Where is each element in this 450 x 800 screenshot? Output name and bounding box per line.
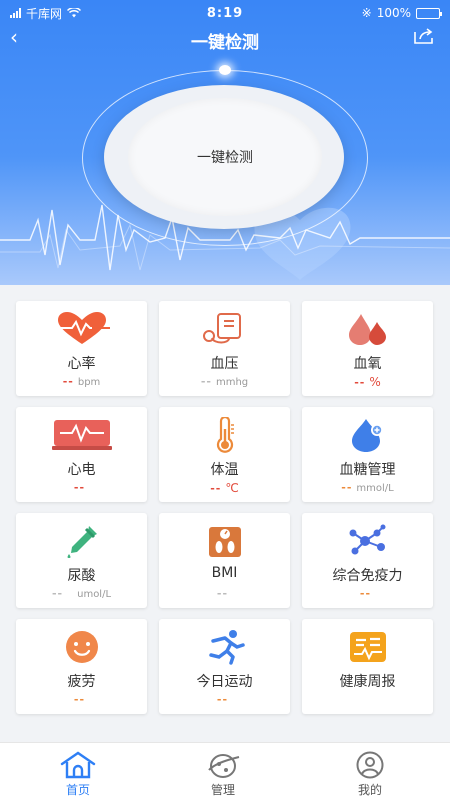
card-value: -- mmol/L <box>341 481 394 494</box>
card-blood-oxygen[interactable]: 血氧 --% <box>302 301 433 396</box>
tab-home[interactable]: 首页 <box>28 743 128 800</box>
manage-icon <box>173 751 273 779</box>
card-value: --% <box>354 375 381 389</box>
card-value: -- ℃ <box>210 481 239 495</box>
battery-icon <box>416 7 442 19</box>
tab-label: 首页 <box>65 783 90 797</box>
page-title: 一键检测 <box>191 33 259 53</box>
one-click-detect-button[interactable]: 一键检测 <box>128 98 322 216</box>
report-icon <box>302 629 433 665</box>
card-label: 今日运动 <box>196 674 253 690</box>
card-label: 综合免疫力 <box>332 568 403 584</box>
hero-header: 千库网 8:19 ※ 100% ‹ 一键检测 一键检测 <box>0 0 450 285</box>
running-icon <box>159 629 290 665</box>
card-temperature[interactable]: 体温 -- ℃ <box>159 407 290 502</box>
tab-manage[interactable]: 管理 <box>173 743 273 800</box>
battery-percent: 100% <box>376 6 411 20</box>
card-value: -- <box>73 481 86 494</box>
share-icon[interactable] <box>413 27 435 49</box>
blood-sugar-icon <box>302 417 433 453</box>
card-heart-rate[interactable]: 心率 -- bpm <box>16 301 147 396</box>
scale-icon <box>159 523 290 559</box>
blood-oxygen-icon <box>302 311 433 347</box>
navigation-bar: ‹ 一键检测 <box>0 25 450 53</box>
card-value: -- mmhg <box>200 375 249 388</box>
card-bmi[interactable]: BMI -- <box>159 513 290 608</box>
card-label: 健康周报 <box>339 674 396 690</box>
card-label: 心电 <box>67 462 96 478</box>
status-bar: 千库网 8:19 ※ 100% <box>0 0 450 26</box>
dropper-icon <box>16 523 147 559</box>
card-uric-acid[interactable]: 尿酸 -- umol/L <box>16 513 147 608</box>
ecg-icon <box>16 417 147 453</box>
card-blood-sugar[interactable]: 血糖管理 -- mmol/L <box>302 407 433 502</box>
blood-pressure-icon <box>159 311 290 347</box>
card-immunity[interactable]: 综合免疫力 -- <box>302 513 433 608</box>
card-fatigue[interactable]: 疲劳 -- <box>16 619 147 714</box>
tab-label: 管理 <box>210 783 235 797</box>
card-label: 血压 <box>210 356 239 372</box>
card-label: 心率 <box>67 356 96 372</box>
card-label: 血氧 <box>353 356 382 372</box>
card-value: -- <box>216 587 229 600</box>
card-label: 体温 <box>210 462 239 478</box>
card-label: 疲劳 <box>67 674 96 690</box>
card-weekly-report[interactable]: 健康周报 <box>302 619 433 714</box>
card-value: -- bpm <box>62 375 101 388</box>
profile-icon <box>320 751 420 779</box>
bluetooth-icon: ※ <box>361 6 372 20</box>
home-icon <box>28 751 128 779</box>
card-label: 尿酸 <box>67 568 96 584</box>
heart-rate-icon <box>16 311 147 347</box>
card-value: -- umol/L <box>51 587 112 600</box>
tab-profile[interactable]: 我的 <box>320 743 420 800</box>
card-value: -- <box>359 587 372 600</box>
card-label: 血糖管理 <box>339 462 396 478</box>
ring-indicator-dot <box>219 65 231 75</box>
card-ecg[interactable]: 心电 -- <box>16 407 147 502</box>
smile-face-icon <box>16 629 147 665</box>
card-value: -- <box>216 693 229 706</box>
card-exercise[interactable]: 今日运动 -- <box>159 619 290 714</box>
status-right: ※ 100% <box>361 6 442 20</box>
card-blood-pressure[interactable]: 血压 -- mmhg <box>159 301 290 396</box>
thermometer-icon <box>159 417 290 453</box>
molecule-icon <box>302 523 433 559</box>
tab-label: 我的 <box>357 783 382 797</box>
card-label: BMI <box>211 565 238 581</box>
card-value: -- <box>73 693 86 706</box>
bottom-tab-bar: 首页 管理 我的 <box>0 742 450 800</box>
